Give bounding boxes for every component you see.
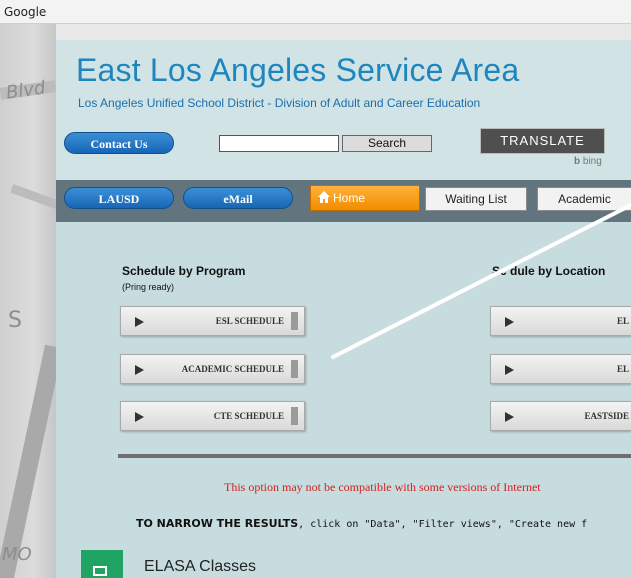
lausd-button[interactable]: LAUSD [64,187,174,209]
cte-schedule-button[interactable]: CTE SCHEDULE [120,401,305,431]
narrow-results-bold: TO NARROW THE RESULTS [136,517,299,530]
bing-icon: b [574,156,581,167]
home-label: Home [333,191,366,205]
academic-schedule-label: ACADEMIC SCHEDULE [181,364,284,374]
section-divider [118,454,631,458]
window-titlebar: Google [0,0,631,24]
translate-button[interactable]: TRANSLATE [480,128,605,154]
play-icon [505,365,514,375]
location-schedule-label: EL [616,316,629,326]
location-schedule-button[interactable]: EL [490,354,631,384]
play-icon [135,412,144,422]
schedule-by-program-heading: Schedule by Program [122,264,246,278]
button-grip [291,407,298,425]
location-schedule-label: EL [616,364,629,374]
esl-schedule-button[interactable]: ESL SCHEDULE [120,306,305,336]
google-sheets-icon [81,550,123,578]
search-button[interactable]: Search [342,135,432,152]
button-grip [291,312,298,330]
home-icon [318,191,330,203]
narrow-results-instructions: TO NARROW THE RESULTS, click on "Data", … [136,517,587,530]
narrow-results-text: , click on "Data", "Filter views", "Crea… [298,519,588,530]
home-tab[interactable]: Home [310,185,420,211]
map-label: S [8,308,22,333]
page-subtitle: Los Angeles Unified School District - Di… [78,96,481,110]
background-map: Blvd S MO [0,24,56,578]
play-icon [135,365,144,375]
play-icon [505,317,514,327]
bing-label: bing [582,156,602,167]
academic-schedule-button[interactable]: ACADEMIC SCHEDULE [120,354,305,384]
location-schedule-button[interactable]: EL [490,306,631,336]
bing-logo: b bing [574,156,602,167]
page-title: East Los Angeles Service Area [76,52,520,88]
eastside-schedule-button[interactable]: EASTSIDE [490,401,631,431]
map-label: Blvd [4,77,47,104]
window-title: Google [4,5,47,19]
compatibility-warning: This option may not be compatible with s… [224,480,541,494]
search-input[interactable] [219,135,339,152]
esl-schedule-label: ESL SCHEDULE [215,316,284,326]
sheet-title[interactable]: ELASA Classes [144,558,256,576]
button-grip [291,360,298,378]
cte-schedule-label: CTE SCHEDULE [213,411,284,421]
academic-tab[interactable]: Academic [537,187,631,211]
map-label: MO [2,544,32,565]
play-icon [135,317,144,327]
email-button[interactable]: eMail [183,187,293,209]
map-road [0,344,56,578]
web-page: East Los Angeles Service Area Los Angele… [56,40,631,578]
contact-us-button[interactable]: Contact Us [64,132,174,154]
print-ready-note: (Pring ready) [122,282,175,292]
schedule-by-location-heading: Sc dule by Location [492,264,606,278]
waiting-list-tab[interactable]: Waiting List [425,187,527,211]
play-icon [505,412,514,422]
map-road [10,184,56,213]
eastside-schedule-label: EASTSIDE [584,411,629,421]
